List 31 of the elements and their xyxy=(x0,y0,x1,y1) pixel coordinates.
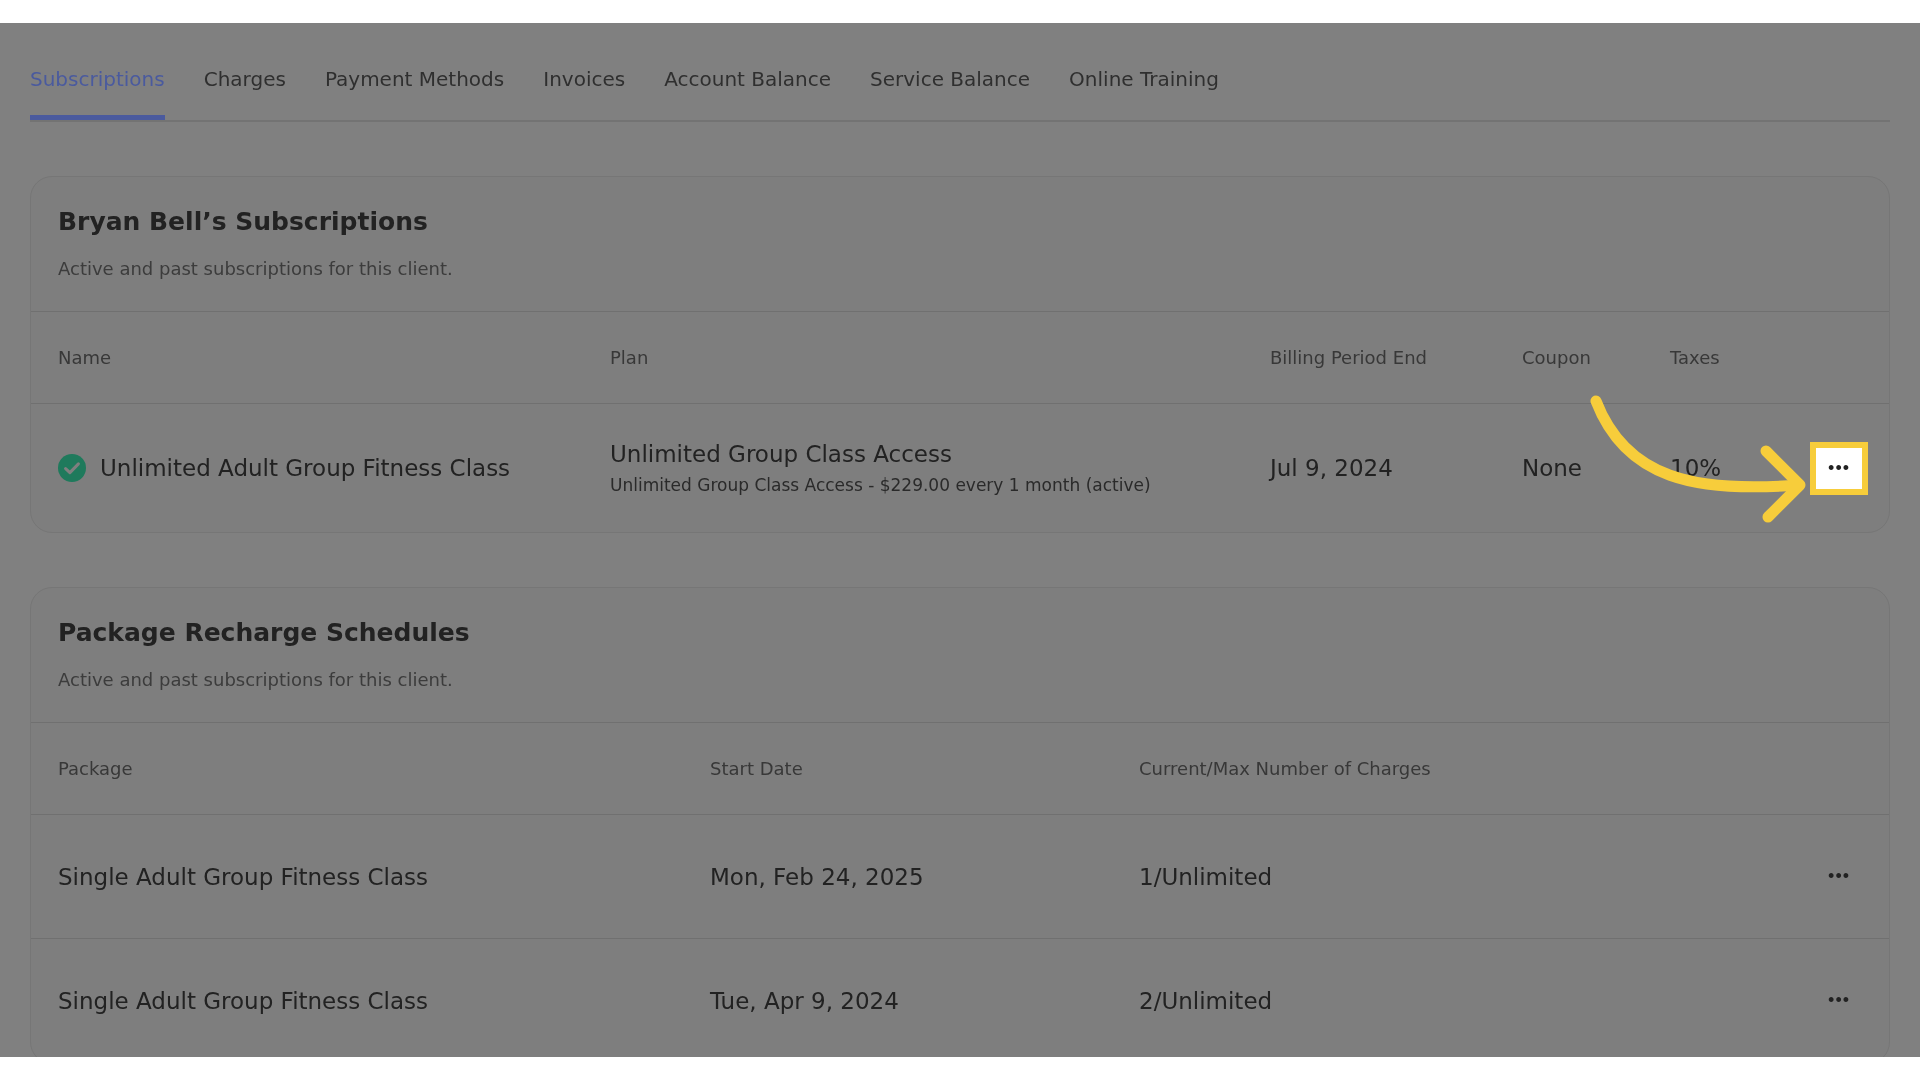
table-cell-text: None xyxy=(1522,455,1583,481)
table-cell-text: 1/Unlimited xyxy=(1139,863,1274,890)
card-title: Bryan Bell’s Subscriptions xyxy=(58,207,429,236)
column-header: Name xyxy=(58,347,113,368)
tab[interactable]: Payment Methods xyxy=(324,23,505,120)
column-header: Taxes xyxy=(1670,347,1721,368)
plan-name: Unlimited Group Class Access xyxy=(610,441,953,467)
more-button[interactable]: ••• xyxy=(1816,856,1862,897)
table-cell-text: 2/Unlimited xyxy=(1139,987,1274,1014)
tab[interactable]: Online Training xyxy=(1069,23,1219,120)
card-subtitle: Active and past subscriptions for this client. xyxy=(58,669,454,690)
table-cell-text: Single Adult Group Fitness Class xyxy=(58,987,430,1014)
table-cell-text: Tue, Apr 9, 2024 xyxy=(710,987,900,1014)
column-header: Current/Max Number of Charges xyxy=(1139,758,1432,779)
table-cell-text: Single Adult Group Fitness Class xyxy=(58,863,430,890)
column-header: Package xyxy=(58,758,134,779)
plan-detail: Unlimited Group Class Access - $229.00 every 1 month (active) xyxy=(610,475,1152,495)
table-cell-text: Mon, Feb 24, 2025 xyxy=(710,863,925,890)
card-title: Package Recharge Schedules xyxy=(58,618,471,647)
table-cell-text: Jul 9, 2024 xyxy=(1270,455,1394,481)
more-button[interactable]: ••• xyxy=(1816,980,1862,1021)
column-header: Plan xyxy=(610,347,650,368)
tab[interactable]: Account Balance xyxy=(664,23,832,120)
tab[interactable]: Service Balance xyxy=(870,23,1031,120)
card-subtitle: Active and past subscriptions for this client. xyxy=(58,258,454,279)
table-cell: Unlimited Adult Group Fitness Class xyxy=(100,455,511,481)
tab[interactable]: Invoices xyxy=(543,23,626,120)
column-header: Coupon xyxy=(1522,347,1592,368)
column-header: Start Date xyxy=(710,758,804,779)
tab[interactable]: Charges xyxy=(203,23,286,120)
column-header: Billing Period End xyxy=(1270,347,1428,368)
